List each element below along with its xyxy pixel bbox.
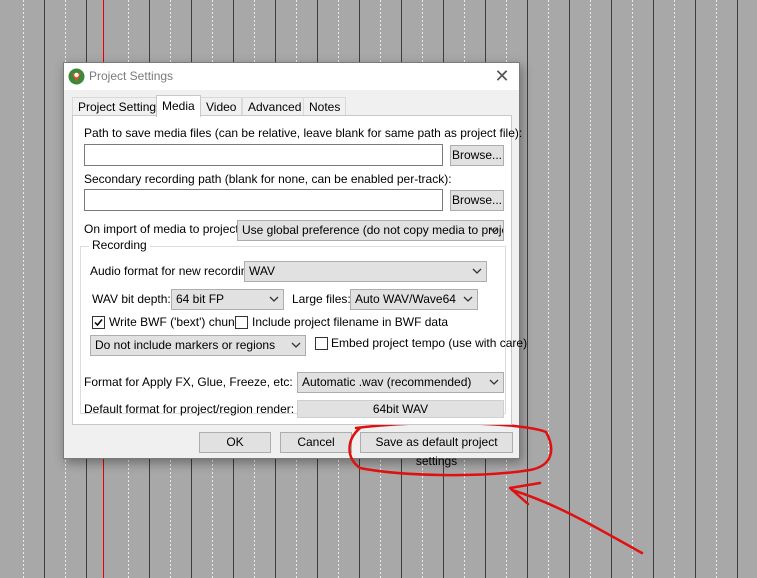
grid-line <box>590 0 591 578</box>
grid-line <box>653 0 654 578</box>
title-bar[interactable]: Project Settings ✕ <box>64 63 519 90</box>
tab-video[interactable]: Video <box>200 97 243 115</box>
chevron-down-icon <box>472 268 482 274</box>
large-files-select[interactable]: Auto WAV/Wave64 <box>350 289 478 310</box>
dialog-title: Project Settings <box>89 69 174 83</box>
bwf-label: Write BWF ('bext') chunk <box>109 315 241 329</box>
apply-fx-value: Automatic .wav (recommended) <box>302 375 472 389</box>
import-media-select[interactable]: Use global preference (do not copy media… <box>237 220 504 241</box>
save-default-settings-button[interactable]: Save as default project settings <box>360 432 513 468</box>
include-filename-checkbox[interactable] <box>235 316 248 329</box>
audio-format-label: Audio format for new recordings: <box>90 264 264 278</box>
checkmark-icon <box>94 319 103 327</box>
browse-secondary-button[interactable]: Browse... <box>450 190 504 211</box>
secondary-path-label: Secondary recording path (blank for none… <box>84 172 452 186</box>
render-format-button[interactable]: 64bit WAV <box>297 400 504 418</box>
grid-line <box>569 0 570 578</box>
chevron-down-icon <box>463 296 473 302</box>
media-path-input[interactable] <box>84 144 443 166</box>
audio-format-value: WAV <box>249 264 275 278</box>
secondary-path-input[interactable] <box>84 189 443 211</box>
apply-fx-select[interactable]: Automatic .wav (recommended) <box>297 372 504 393</box>
grid-line <box>23 0 24 578</box>
grid-line <box>716 0 717 578</box>
import-media-label: On import of media to project: <box>84 222 243 236</box>
import-media-value: Use global preference (do not copy media… <box>242 223 504 237</box>
tab-advanced[interactable]: Advanced <box>242 97 308 115</box>
cancel-button[interactable]: Cancel <box>280 432 352 453</box>
apply-fx-label: Format for Apply FX, Glue, Freeze, etc: <box>84 375 293 389</box>
render-format-label: Default format for project/region render… <box>84 402 295 416</box>
markers-value: Do not include markers or regions <box>95 338 276 352</box>
browse-media-button[interactable]: Browse... <box>450 145 504 166</box>
grid-line <box>548 0 549 578</box>
grid-line <box>674 0 675 578</box>
embed-tempo-label: Embed project tempo (use with care) <box>331 336 528 350</box>
chevron-down-icon <box>269 296 279 302</box>
recording-group-label: Recording <box>89 238 150 252</box>
chevron-down-icon <box>489 227 499 233</box>
bwf-checkbox[interactable] <box>92 316 105 329</box>
grid-line <box>737 0 738 578</box>
grid-line <box>44 0 45 578</box>
embed-tempo-checkbox[interactable] <box>315 337 328 350</box>
project-settings-dialog: Project Settings ✕ Project Settings Medi… <box>63 62 527 468</box>
include-filename-label: Include project filename in BWF data <box>252 315 449 329</box>
grid-line <box>527 0 528 578</box>
large-files-value: Auto WAV/Wave64 <box>355 292 456 306</box>
markers-select[interactable]: Do not include markers or regions <box>90 335 306 356</box>
tab-notes[interactable]: Notes <box>303 97 347 115</box>
bit-depth-select[interactable]: 64 bit FP <box>171 289 284 310</box>
media-path-label: Path to save media files (can be relativ… <box>84 126 523 140</box>
media-tab-panel: Path to save media files (can be relativ… <box>72 115 527 425</box>
bit-depth-value: 64 bit FP <box>176 292 225 306</box>
ok-button[interactable]: OK <box>199 432 271 453</box>
grid-line <box>611 0 612 578</box>
annotation-arrow-shaft <box>510 488 644 555</box>
chevron-down-icon <box>291 342 301 348</box>
reaper-app-icon <box>68 68 85 85</box>
audio-format-select[interactable]: WAV <box>244 261 487 282</box>
bit-depth-label: WAV bit depth: <box>92 292 171 306</box>
chevron-down-icon <box>489 379 499 385</box>
annotation-arrow-head <box>508 481 542 506</box>
tab-project-settings[interactable]: Project Settings <box>72 97 169 115</box>
grid-line <box>632 0 633 578</box>
large-files-label: Large files: <box>292 292 351 306</box>
grid-line <box>695 0 696 578</box>
close-icon[interactable]: ✕ <box>491 65 513 87</box>
tab-media[interactable]: Media <box>156 95 201 117</box>
